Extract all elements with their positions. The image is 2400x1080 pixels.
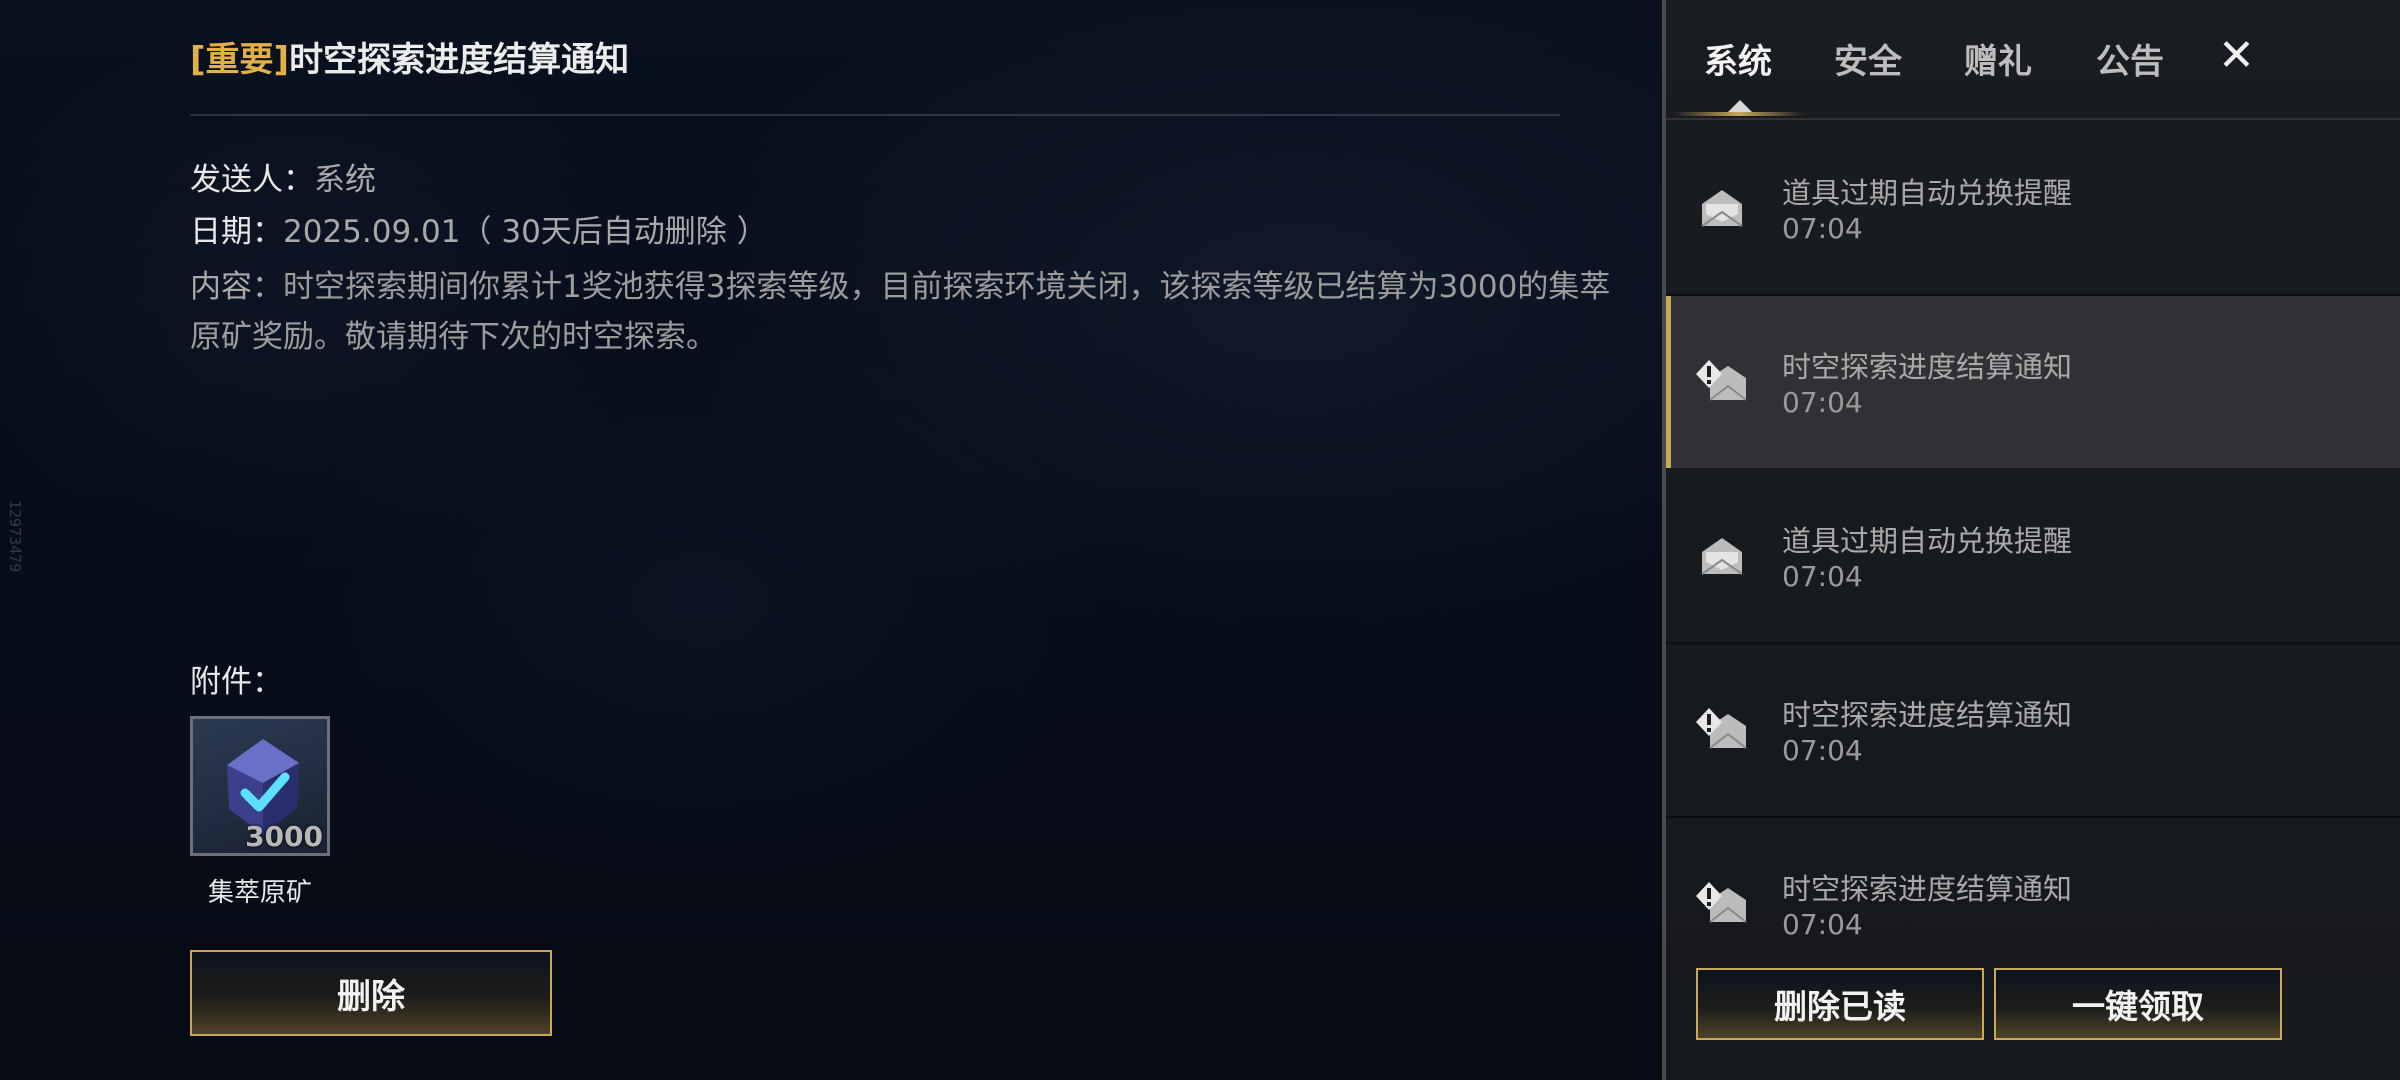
mail-list-item-selected[interactable]: 时空探索进度结算通知 07:04 <box>1666 296 2400 470</box>
mail-item-time: 07:04 <box>1782 212 1863 245</box>
mail-item-time: 07:04 <box>1782 386 1863 419</box>
sender-label: 发送人： <box>190 162 314 198</box>
delete-button[interactable]: 删除 <box>190 950 552 1036</box>
mail-list-item[interactable]: 道具过期自动兑换提醒 07:04 <box>1666 470 2400 644</box>
mail-read-icon <box>1701 538 1743 575</box>
mail-date: 日期：2025.09.01（ 30天后自动删除 ） <box>190 206 768 251</box>
tab-system[interactable]: 系统 <box>1704 34 1772 83</box>
close-icon[interactable]: ✕ <box>2218 30 2255 81</box>
mail-list-item[interactable]: 道具过期自动兑换提醒 07:04 <box>1666 122 2400 296</box>
mail-title: [重要]时空探索进度结算通知 <box>190 32 629 81</box>
active-tab-underline <box>1674 112 1804 116</box>
attachment-item[interactable]: 3000 <box>190 716 330 856</box>
title-divider <box>190 114 1560 116</box>
mail-sender: 发送人：系统 <box>190 154 376 199</box>
content-label: 内容： <box>190 269 283 305</box>
tab-gift[interactable]: 赠礼 <box>1964 34 2032 83</box>
mail-list: 道具过期自动兑换提醒 07:04 时空探索进度结算通知 07:04 道具过期自动… <box>1666 122 2400 942</box>
mail-read-icon <box>1701 190 1743 227</box>
tab-security[interactable]: 安全 <box>1834 34 1902 83</box>
sender-value: 系统 <box>314 162 376 198</box>
mail-list-panel: 系统 安全 赠礼 公告 ✕ 道具过期自动兑换提醒 07:04 时空探索进度结算通… <box>1662 0 2400 1080</box>
mail-item-time: 07:04 <box>1782 560 1863 593</box>
claim-all-button[interactable]: 一键领取 <box>1994 968 2282 1040</box>
mail-item-time: 07:04 <box>1782 734 1863 767</box>
active-tab-caret <box>1728 100 1752 112</box>
mail-important-icon <box>1696 708 1747 749</box>
mail-item-title: 时空探索进度结算通知 <box>1782 872 2073 906</box>
mail-item-title: 道具过期自动兑换提醒 <box>1782 524 2073 558</box>
important-tag: [重要] <box>190 40 290 80</box>
mail-list-item[interactable]: 时空探索进度结算通知 07:04 <box>1666 644 2400 818</box>
attachment-label: 附件： <box>190 664 283 700</box>
mail-content: 内容：时空探索期间你累计1奖池获得3探索等级，目前探索环境关闭，该探索等级已结算… <box>190 262 1630 362</box>
attachment-name: 集萃原矿 <box>207 878 312 908</box>
mail-important-icon <box>1696 882 1747 923</box>
mail-title-text: 时空探索进度结算通知 <box>289 40 630 80</box>
tab-announcement[interactable]: 公告 <box>2096 34 2164 83</box>
mail-item-title: 时空探索进度结算通知 <box>1782 350 2073 384</box>
mail-item-title: 时空探索进度结算通知 <box>1782 698 2073 732</box>
mail-item-time: 07:04 <box>1782 908 1863 941</box>
mail-list-item[interactable]: 时空探索进度结算通知 07:04 <box>1666 818 2400 942</box>
mail-item-title: 道具过期自动兑换提醒 <box>1782 176 2073 210</box>
date-label: 日期： <box>190 214 283 250</box>
content-text: 时空探索期间你累计1奖池获得3探索等级，目前探索环境关闭，该探索等级已结算为30… <box>190 269 1611 355</box>
delete-read-button[interactable]: 删除已读 <box>1696 968 1984 1040</box>
attachment-count: 3000 <box>245 820 323 853</box>
mail-tabs: 系统 安全 赠礼 公告 ✕ <box>1666 0 2400 120</box>
mail-detail-panel: [重要]时空探索进度结算通知 发送人：系统 日期：2025.09.01（ 30天… <box>190 0 1620 1080</box>
watermark-id: 12973479 <box>6 500 24 573</box>
mail-important-icon <box>1696 360 1747 401</box>
date-value: 2025.09.01（ 30天后自动删除 ） <box>283 214 768 250</box>
